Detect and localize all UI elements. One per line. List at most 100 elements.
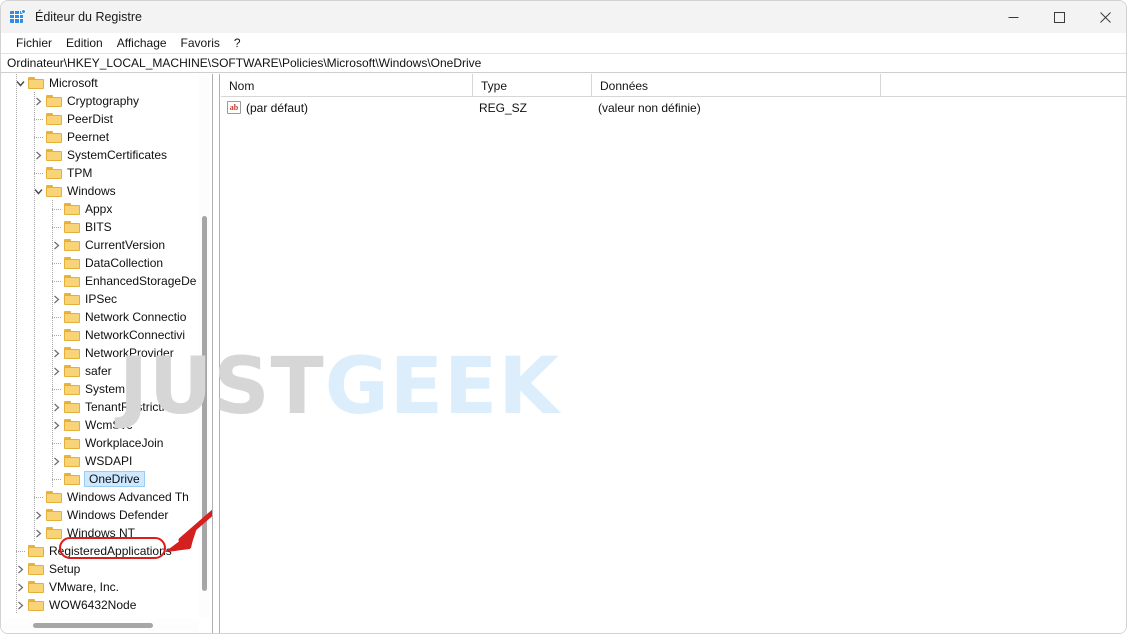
menu-item-edition[interactable]: Edition [59,35,110,51]
minimize-icon[interactable] [990,1,1036,33]
tree-item-windows-advanced-th[interactable]: Windows Advanced Th [1,488,197,506]
tree-item-wcmsvc[interactable]: WcmSvc [1,416,197,434]
address-bar[interactable]: Ordinateur\HKEY_LOCAL_MACHINE\SOFTWARE\P… [1,53,1126,73]
tree-item-label: OneDrive [84,471,145,487]
tree-guide-line [34,434,35,452]
tree-guide-line [52,335,61,336]
folder-icon [46,130,63,144]
tree-item-windows[interactable]: Windows [1,182,197,200]
tree-item-label: WorkplaceJoin [85,436,164,450]
menu-item-fichier[interactable]: Fichier [9,35,59,51]
tree-item-label: CurrentVersion [85,238,166,252]
tree-guide-line [16,92,17,110]
tree-item-networkconnectivi[interactable]: NetworkConnectivi [1,326,197,344]
tree-item-label: System [85,382,126,396]
value-row[interactable]: ab (par défaut) REG_SZ (valeur non définie) [221,97,1126,118]
tree-guide-line [16,182,17,200]
folder-icon [64,454,81,468]
tree-guide-line [52,362,53,380]
tree-guide-line [34,236,35,254]
maximize-icon[interactable] [1036,1,1082,33]
tree-item-safer[interactable]: safer [1,362,197,380]
folder-icon [28,76,45,90]
tree-item-vmware-inc[interactable]: VMware, Inc. [1,578,197,596]
folder-icon [64,418,81,432]
tree-guide-line [52,416,53,434]
tree-item-label: WOW6432Node [49,598,137,612]
tree-item-system[interactable]: System [1,380,197,398]
tree-item-bits[interactable]: BITS [1,218,197,236]
registry-editor-icon [10,9,26,25]
tree-guide-line [52,209,61,210]
folder-icon [46,490,63,504]
tree-guide-line [16,290,17,308]
tree-item-setup[interactable]: Setup [1,560,197,578]
tree-guide-line [16,236,17,254]
tree-item-networkprovider[interactable]: NetworkProvider [1,344,197,362]
tree-guide-line [34,497,43,498]
tree-item-enhancedstoragede[interactable]: EnhancedStorageDe [1,272,197,290]
tree-horizontal-scroll-thumb[interactable] [33,623,153,628]
menu-item-help[interactable]: ? [227,35,248,51]
tree-item-microsoft[interactable]: Microsoft [1,74,197,92]
tree-item-currentversion[interactable]: CurrentVersion [1,236,197,254]
tree-guide-line [16,551,25,552]
tree-item-tenantrestrictions[interactable]: TenantRestrictions [1,398,197,416]
folder-icon [64,382,81,396]
folder-icon [64,220,81,234]
tree-guide-line [34,173,43,174]
tree-item-windows-nt[interactable]: Windows NT [1,524,197,542]
tree-guide-line [16,218,17,236]
tree-guide-line [34,344,35,362]
tree-item-systemcertificates[interactable]: SystemCertificates [1,146,197,164]
menu-item-favoris[interactable]: Favoris [174,35,227,51]
tree-item-peernet[interactable]: Peernet [1,128,197,146]
tree-item-appx[interactable]: Appx [1,200,197,218]
tree-guide-line [16,254,17,272]
folder-icon [64,346,81,360]
tree-vertical-scrollbar[interactable] [198,74,210,617]
tree-item-wow6432node[interactable]: WOW6432Node [1,596,197,614]
tree-guide-line [16,326,17,344]
tree-guide-line [16,434,17,452]
tree-item-label: Windows Advanced Th [67,490,189,504]
tree-item-onedrive[interactable]: OneDrive [1,470,197,488]
folder-icon [64,202,81,216]
string-value-icon: ab [227,101,241,114]
tree-item-label: NetworkProvider [85,346,174,360]
tree-item-windows-defender[interactable]: Windows Defender [1,506,197,524]
tree-guide-line [34,506,35,524]
tree-item-datacollection[interactable]: DataCollection [1,254,197,272]
tree-item-label: Windows NT [67,526,136,540]
registry-editor-window: Éditeur du Registre Fichier Edition Affi… [0,0,1127,634]
tree-guide-line [34,470,35,488]
values-list[interactable]: ab (par défaut) REG_SZ (valeur non définie) [221,97,1126,118]
folder-icon [64,238,81,252]
tree-guide-line [52,263,61,264]
tree-guide-line [52,290,53,308]
column-header-type[interactable]: Type [473,74,592,97]
tree-guide-line [34,119,43,120]
tree-guide-line [34,326,35,344]
registry-tree[interactable]: Microsoft Cryptography PeerDist Peernet Syst… [1,74,197,617]
menu-item-affichage[interactable]: Affichage [110,35,174,51]
tree-item-cryptography[interactable]: Cryptography [1,92,197,110]
tree-guide-line [34,416,35,434]
tree-item-ipsec[interactable]: IPSec [1,290,197,308]
tree-item-tpm[interactable]: TPM [1,164,197,182]
tree-item-wsdapi[interactable]: WSDAPI [1,452,197,470]
close-icon[interactable] [1082,1,1126,33]
tree-item-workplacejoin[interactable]: WorkplaceJoin [1,434,197,452]
tree-item-network-connectio[interactable]: Network Connectio [1,308,197,326]
column-header-donn-es[interactable]: Données [592,74,881,97]
panel-splitter[interactable] [212,74,220,633]
folder-icon [64,310,81,324]
tree-guide-line [34,137,43,138]
tree-vertical-scroll-thumb[interactable] [202,216,207,591]
tree-horizontal-scrollbar[interactable] [3,619,199,631]
tree-item-peerdist[interactable]: PeerDist [1,110,197,128]
tree-guide-line [16,308,17,326]
tree-guide-line [34,452,35,470]
tree-item-registeredapplications[interactable]: RegisteredApplications [1,542,197,560]
column-header-nom[interactable]: Nom [221,74,473,97]
